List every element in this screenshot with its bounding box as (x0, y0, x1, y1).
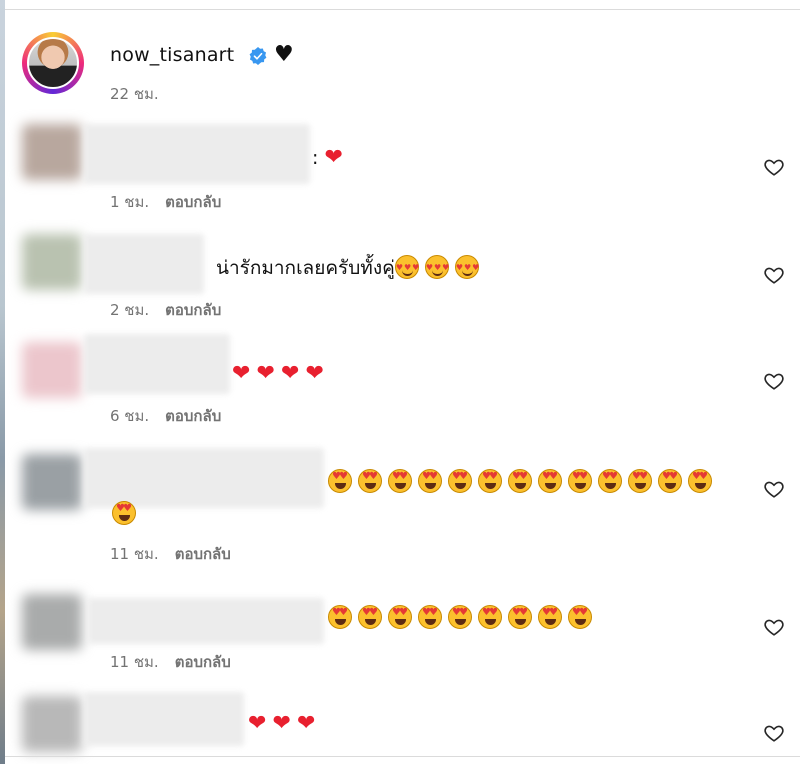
post-header: now_tisanart ♥ 22 ชม. (22, 30, 782, 110)
comment-time: 11 ชม. (110, 545, 159, 563)
heart-eyes-icon (388, 605, 412, 629)
red-heart-icon: ❤ (256, 361, 275, 386)
commenter-name[interactable] (84, 124, 310, 184)
smiling-face-with-hearts-icon (454, 252, 480, 284)
commenter-name[interactable] (84, 234, 204, 294)
heart-outline-icon[interactable] (763, 478, 785, 500)
heart-eyes-icon (538, 605, 562, 629)
reply-button[interactable]: ตอบกลับ (165, 407, 221, 425)
commenter-avatar[interactable] (22, 124, 82, 180)
comment-meta: 2 ชม. ตอบกลับ (110, 298, 221, 322)
post-timestamp: 22 ชม. (110, 85, 159, 103)
heart-eyes-icon (478, 605, 502, 629)
heart-eyes-icon (112, 501, 136, 525)
commenter-name[interactable] (84, 334, 230, 394)
comment-text: ❤ ❤ ❤ ❤ (232, 358, 324, 390)
heart-eyes-icon (328, 469, 352, 493)
comment-meta: 1 ชม. ตอบกลับ (110, 190, 221, 214)
comment-meta: 11 ชม. ตอบกลับ (110, 542, 231, 566)
avatar[interactable] (27, 37, 79, 89)
comment-body: : (312, 147, 319, 169)
red-heart-icon: ❤ (324, 145, 343, 170)
heart-eyes-icon (508, 469, 532, 493)
story-ring[interactable] (22, 32, 84, 94)
comment-time: 11 ชม. (110, 653, 159, 671)
comment-item: ❤ ❤ ❤ (22, 690, 785, 756)
heart-outline-icon[interactable] (763, 156, 785, 178)
comment-text: : ❤ (312, 142, 343, 174)
comment-body: น่ารักมากเลยครับทั้งคู่ (216, 257, 395, 279)
comment-time: 1 ชม. (110, 193, 150, 211)
heart-eyes-icon (418, 605, 442, 629)
red-heart-icon: ❤ (280, 361, 300, 386)
red-heart-icon: ❤ (296, 711, 316, 736)
commenter-avatar[interactable] (22, 234, 82, 290)
heart-outline-icon[interactable] (763, 616, 785, 638)
smiling-face-with-hearts-icon (394, 252, 420, 284)
heart-eyes-icon (568, 605, 592, 629)
comment-text: น่ารักมากเลยครับทั้งคู่ (216, 252, 485, 284)
red-heart-icon: ❤ (232, 361, 251, 386)
comment-emojis-line2 (112, 498, 142, 530)
comment-text (328, 602, 598, 634)
red-heart-icon: ❤ (272, 711, 291, 736)
reply-button[interactable]: ตอบกลับ (165, 301, 221, 319)
verified-badge-icon (249, 47, 267, 65)
heart-eyes-icon (688, 469, 712, 493)
comment-item: : ❤ 1 ชม. ตอบกลับ (22, 118, 785, 218)
heart-outline-icon[interactable] (763, 722, 785, 744)
heart-eyes-icon (388, 469, 412, 493)
comment-item: ❤ ❤ ❤ ❤ 6 ชม. ตอบกลับ (22, 334, 785, 434)
comment-meta: 6 ชม. ตอบกลับ (110, 404, 221, 428)
commenter-avatar[interactable] (22, 696, 82, 752)
heart-eyes-icon (658, 469, 682, 493)
heart-eyes-icon (508, 605, 532, 629)
red-heart-icon: ❤ (248, 711, 267, 736)
comment-time: 6 ชม. (110, 407, 150, 425)
background-edge (0, 0, 5, 764)
heart-eyes-icon (358, 469, 382, 493)
comment-emojis-line1 (328, 466, 718, 498)
heart-eyes-icon (598, 469, 622, 493)
black-heart-icon: ♥ (274, 42, 294, 67)
comment-item: น่ารักมากเลยครับทั้งคู่ 2 ชม. ตอบกลับ (22, 228, 785, 328)
reply-button[interactable]: ตอบกลับ (165, 193, 221, 211)
heart-eyes-icon (538, 469, 562, 493)
comment-item: 11 ชม. ตอบกลับ (22, 590, 785, 680)
heart-eyes-icon (328, 605, 352, 629)
commenter-name[interactable] (84, 692, 244, 746)
commenter-avatar[interactable] (22, 594, 82, 650)
heart-eyes-icon (448, 605, 472, 629)
heart-eyes-icon (568, 469, 592, 493)
red-heart-icon: ❤ (305, 361, 324, 386)
comment-text: ❤ ❤ ❤ (248, 708, 315, 740)
heart-outline-icon[interactable] (763, 370, 785, 392)
heart-eyes-icon (478, 469, 502, 493)
heart-eyes-icon (628, 469, 652, 493)
heart-eyes-icon (358, 605, 382, 629)
comment-time: 2 ชม. (110, 301, 150, 319)
heart-eyes-icon (448, 469, 472, 493)
comment-item: 11 ชม. ตอบกลับ (22, 446, 785, 576)
divider (5, 9, 800, 10)
comment-meta: 11 ชม. ตอบกลับ (110, 650, 231, 674)
commenter-avatar[interactable] (22, 342, 82, 398)
reply-button[interactable]: ตอบกลับ (175, 653, 231, 671)
username-link[interactable]: now_tisanart (110, 44, 234, 66)
smiling-face-with-hearts-icon (424, 252, 450, 284)
divider (5, 756, 800, 757)
heart-outline-icon[interactable] (763, 264, 785, 286)
reply-button[interactable]: ตอบกลับ (175, 545, 231, 563)
commenter-name[interactable] (88, 598, 324, 644)
heart-eyes-icon (418, 469, 442, 493)
commenter-avatar[interactable] (22, 454, 82, 510)
